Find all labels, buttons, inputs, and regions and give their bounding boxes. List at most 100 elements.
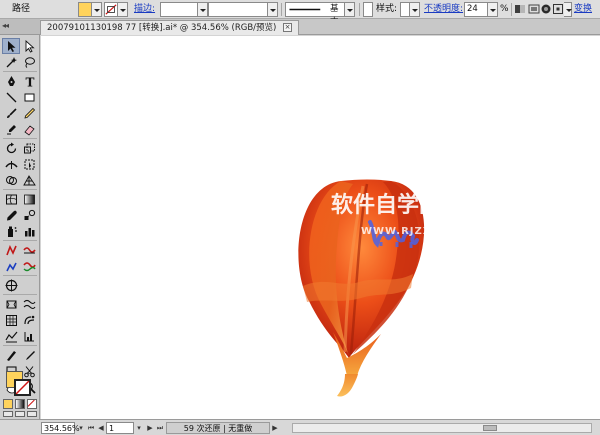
pattern-brush-tool-icon[interactable]: [20, 312, 38, 328]
tool-group-separator: [3, 275, 37, 276]
horizontal-scroll-thumb[interactable]: [483, 425, 497, 431]
brush-definition-field[interactable]: 基本: [285, 2, 345, 27]
line-segment-tool-icon[interactable]: [2, 89, 20, 105]
paintbrush-tool-icon[interactable]: [2, 105, 20, 121]
opacity-panel-link[interactable]: 不透明度:: [424, 2, 463, 17]
opacity-input[interactable]: 24: [464, 2, 488, 17]
opacity-dropdown[interactable]: [488, 2, 498, 17]
rotate-tool-icon[interactable]: [2, 140, 20, 156]
graph-curve-tool-icon[interactable]: [2, 328, 20, 344]
svg-text:T: T: [25, 75, 34, 88]
status-menu-icon[interactable]: ▶: [270, 423, 280, 433]
twirl-tool-icon[interactable]: [20, 258, 38, 274]
blend-tool-icon[interactable]: [20, 207, 38, 223]
selection-type-label: 路径: [12, 4, 31, 14]
document-tab[interactable]: 20079101130198 77 [转换].ai* @ 354.56% (RG…: [40, 20, 300, 35]
stroke-swatch[interactable]: [14, 379, 31, 396]
last-artboard-icon[interactable]: ⏭: [155, 423, 165, 433]
style-swatch[interactable]: [400, 2, 410, 17]
previous-artboard-icon[interactable]: ◀: [96, 423, 106, 433]
pucker-tool-icon[interactable]: [20, 242, 38, 258]
rectangle-tool-icon[interactable]: [20, 89, 38, 105]
none-mode-button[interactable]: [27, 399, 37, 409]
column-graph-tool-icon[interactable]: [20, 223, 38, 239]
target-tool-icon[interactable]: [2, 277, 20, 293]
bar-list-tool-icon[interactable]: [20, 328, 38, 344]
artboard-tool-icon[interactable]: [2, 296, 20, 312]
grid-tool-icon[interactable]: [2, 312, 20, 328]
close-tab-icon[interactable]: ×: [283, 23, 293, 32]
eraser-tool-icon[interactable]: [20, 121, 38, 137]
control-bar: 路径 描边: 基本 样式: 不透明度: 24 % 变换: [0, 0, 600, 27]
recolor-icon: [515, 5, 525, 13]
blob-brush-tool-icon[interactable]: [2, 121, 20, 137]
selection-tool-icon[interactable]: [2, 38, 20, 54]
magic-wand-tool-icon[interactable]: [2, 54, 20, 70]
document-tab-title: 20079101130198 77 [转换].ai* @ 354.56% (RG…: [47, 23, 277, 33]
eyedropper-tool-icon[interactable]: [2, 207, 20, 223]
scale-tool-icon[interactable]: [20, 140, 38, 156]
globe-icon: [541, 4, 551, 14]
perspective-grid-tool-icon[interactable]: [20, 172, 38, 188]
style-dropdown[interactable]: [410, 2, 420, 17]
stroke-dropdown-button[interactable]: [118, 2, 128, 17]
tool-group-separator: [3, 345, 37, 346]
document-tab-bar: 20079101130198 77 [转换].ai* @ 354.56% (RG…: [40, 19, 600, 35]
warp-tool-icon[interactable]: [2, 242, 20, 258]
profile-dropdown[interactable]: [268, 2, 278, 17]
slice-tool-icon[interactable]: [2, 347, 20, 363]
gradient-mode-button[interactable]: [15, 399, 25, 409]
gradient-tool-icon[interactable]: [20, 191, 38, 207]
recolor-artwork-button[interactable]: [514, 2, 526, 17]
separator: [281, 3, 282, 16]
horizontal-scrollbar[interactable]: [292, 423, 592, 433]
align-button[interactable]: [528, 2, 540, 17]
next-artboard-icon[interactable]: ▶: [145, 423, 155, 433]
swap-fill-stroke-icon[interactable]: ↔: [26, 370, 34, 378]
pencil-tool-icon[interactable]: [20, 105, 38, 121]
variable-width-profile-field[interactable]: [208, 2, 268, 17]
artboard-canvas[interactable]: 软件自学网 WWW.RJZXW.COM: [41, 36, 600, 419]
artboard-dropdown-icon[interactable]: ▾: [134, 423, 144, 433]
transform-panel-link[interactable]: 变换: [574, 2, 592, 17]
knife-tool-icon[interactable]: [20, 347, 38, 363]
shape-builder-tool-icon[interactable]: [2, 172, 20, 188]
type-tool-icon[interactable]: T: [20, 73, 38, 89]
lasso-tool-icon[interactable]: [20, 54, 38, 70]
warp-envelope-tool-icon[interactable]: [20, 296, 38, 312]
fill-dropdown-button[interactable]: [92, 2, 102, 17]
brush-stroke-preview-icon: [289, 8, 321, 11]
tools-panel-grip[interactable]: ◂◂: [0, 19, 40, 35]
draw-behind-button[interactable]: [15, 411, 25, 417]
style-label: 样式:: [376, 4, 398, 14]
direct-selection-tool-icon[interactable]: [20, 38, 38, 54]
draw-normal-button[interactable]: [3, 411, 13, 417]
reference-point-button[interactable]: [552, 2, 564, 17]
zoom-level-field[interactable]: 354.56%: [41, 422, 80, 434]
curvature-tool-icon[interactable]: [2, 258, 20, 274]
graphic-style-swatch[interactable]: [363, 2, 373, 17]
mesh-tool-icon[interactable]: [2, 191, 20, 207]
tulip-artwork[interactable]: 软件自学网 WWW.RJZXW.COM: [41, 36, 600, 419]
stroke-color-swatch[interactable]: [104, 2, 118, 17]
stroke-weight-input[interactable]: [160, 2, 198, 17]
first-artboard-icon[interactable]: ⏮: [86, 423, 96, 433]
color-mode-button[interactable]: [3, 399, 13, 409]
draw-inside-button[interactable]: [27, 411, 37, 417]
artboard-number-field[interactable]: 1: [106, 422, 134, 434]
stroke-weight-dropdown[interactable]: [198, 2, 208, 17]
fill-color-swatch[interactable]: [78, 2, 92, 17]
pen-tool-icon[interactable]: [2, 73, 20, 89]
brush-dropdown[interactable]: [345, 2, 355, 17]
reference-point-dropdown[interactable]: [564, 2, 572, 17]
isolate-button[interactable]: [540, 2, 552, 17]
stem[interactable]: [337, 374, 358, 397]
zoom-dropdown-icon[interactable]: ▾: [76, 423, 86, 433]
none-stroke-icon: [105, 4, 117, 15]
stroke-panel-link[interactable]: 描边:: [134, 2, 155, 17]
tool-group-separator: [3, 138, 37, 139]
width-tool-icon[interactable]: [2, 156, 20, 172]
free-transform-tool-icon[interactable]: [20, 156, 38, 172]
tool-group-separator: [3, 240, 37, 241]
symbol-sprayer-tool-icon[interactable]: [2, 223, 20, 239]
